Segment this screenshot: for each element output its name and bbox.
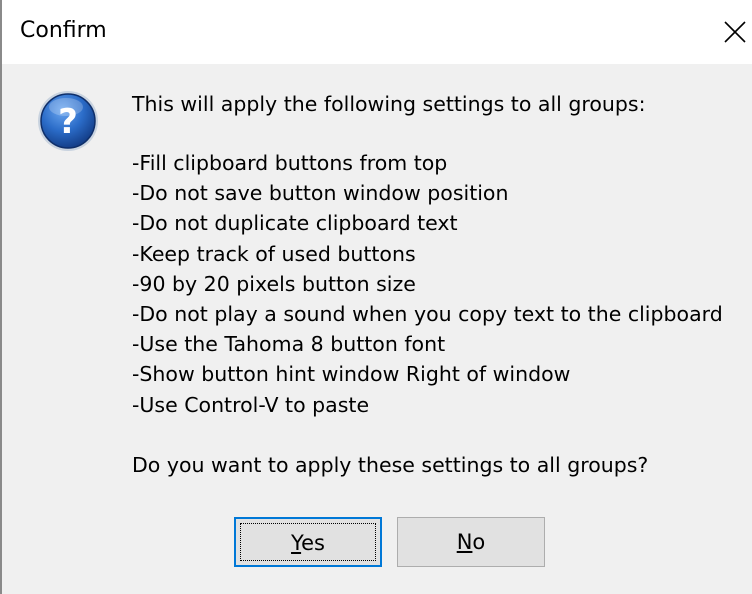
- yes-button[interactable]: Yes: [234, 517, 382, 567]
- no-mnemonic: N: [456, 530, 473, 554]
- yes-button-label: Yes: [291, 531, 325, 555]
- setting-item: -Show button hint window Right of window: [132, 362, 571, 387]
- setting-item: -90 by 20 pixels button size: [132, 271, 416, 296]
- setting-item: -Fill clipboard buttons from top: [132, 151, 448, 175]
- no-button-label: No: [457, 530, 486, 554]
- intro-text: This will apply the following settings t…: [132, 92, 646, 116]
- confirm-question: Do you want to apply these settings to a…: [132, 453, 649, 477]
- no-label-rest: o: [472, 530, 486, 554]
- no-button[interactable]: No: [397, 517, 545, 567]
- window-title: Confirm: [20, 18, 107, 43]
- question-icon: ?: [36, 89, 100, 153]
- settings-list: -Fill clipboard buttons from top -Do not…: [132, 148, 723, 420]
- setting-item: -Use the Tahoma 8 button font: [132, 332, 446, 357]
- setting-item: -Use Control-V to paste: [132, 392, 370, 417]
- confirm-dialog: Confirm ? This will apply the following …: [0, 0, 752, 594]
- setting-item: -Do not play a sound when you copy text …: [132, 301, 723, 326]
- svg-text:?: ?: [58, 102, 78, 142]
- setting-item: -Keep track of used buttons: [132, 241, 416, 266]
- setting-item: -Do not duplicate clipboard text: [132, 211, 458, 236]
- yes-label-rest: es: [301, 531, 325, 555]
- setting-item: -Do not save button window position: [132, 181, 509, 206]
- yes-mnemonic: Y: [291, 531, 302, 555]
- close-icon[interactable]: [714, 14, 752, 50]
- title-bar[interactable]: Confirm: [2, 0, 752, 64]
